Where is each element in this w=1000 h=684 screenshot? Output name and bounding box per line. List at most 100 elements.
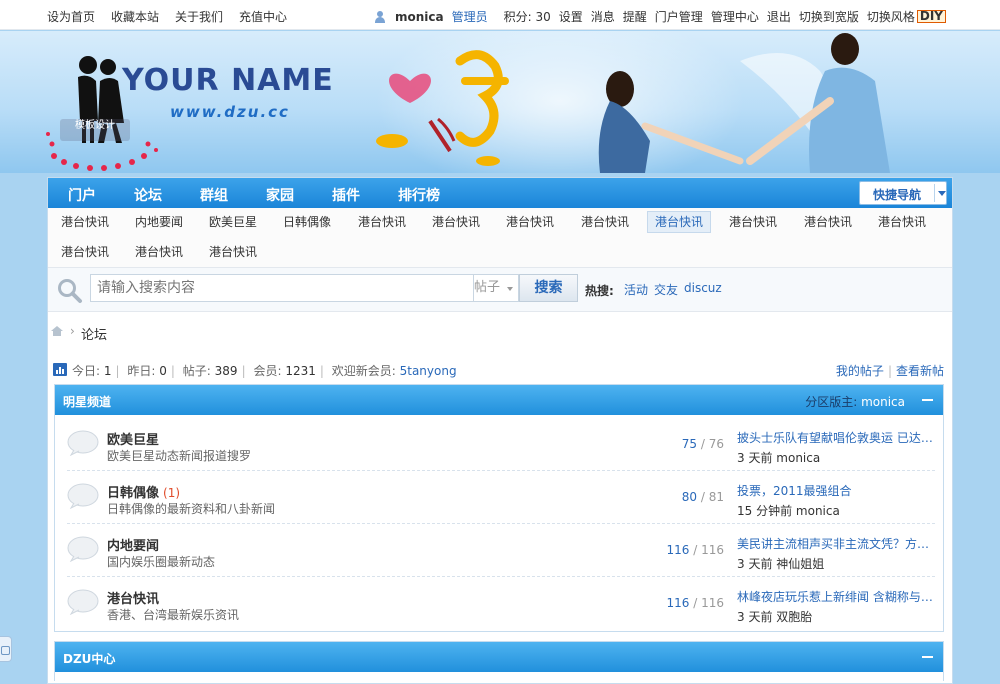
subnav-item-active[interactable]: 港台快讯 xyxy=(647,211,711,233)
stats-threads-value: 389 xyxy=(214,364,238,378)
last-post-meta: 3 天前 monica xyxy=(737,451,821,465)
last-post-link[interactable]: 披头士乐队有望献唱伦敦奥运 已达… xyxy=(737,429,933,446)
stats-members-label: 会员: xyxy=(253,364,282,378)
couple-photo-icon xyxy=(598,33,890,173)
chevron-down-icon xyxy=(507,287,513,291)
nav-tab-plugins[interactable]: 插件 xyxy=(332,185,360,205)
my-posts-link[interactable]: 我的帖子 xyxy=(836,364,884,378)
valentine-art-icon xyxy=(376,50,509,166)
diy-badge[interactable]: DIY xyxy=(916,10,946,23)
admin-center-link[interactable]: 管理中心 xyxy=(711,8,759,25)
home-icon[interactable] xyxy=(50,325,64,337)
search-button[interactable]: 搜索 xyxy=(519,274,578,302)
search-bar: 帖子 搜索 热搜: 活动 交友 discuz xyxy=(48,268,952,312)
forum-row: 欧美巨星 欧美巨星动态新闻报道搜罗 75 / 76 披头士乐队有望献唱伦敦奥运 … xyxy=(67,419,935,471)
category-title[interactable]: 明星频道 xyxy=(63,393,111,410)
wide-mode-link[interactable]: 切换到宽版 xyxy=(799,8,859,25)
portal-admin-link[interactable]: 门户管理 xyxy=(655,8,703,25)
category-header: DZU中心 xyxy=(55,642,943,672)
nav-tab-groups[interactable]: 群组 xyxy=(200,185,228,205)
header-banner: YOUR NAME www.dzu.cc 模板设计 xyxy=(0,31,1000,173)
username-link[interactable]: monica xyxy=(395,10,444,24)
forum-name[interactable]: 港台快讯 xyxy=(107,588,163,607)
settings-link[interactable]: 设置 xyxy=(559,8,583,25)
forum-category-block: 明星频道 分区版主: monica 欧美巨星 欧美巨星动态新闻报道搜罗 75 /… xyxy=(54,384,944,632)
side-panel-toggle[interactable] xyxy=(0,636,12,662)
top-left-links: 设为首页 收藏本站 关于我们 充值中心 xyxy=(47,8,287,25)
hot-search-link[interactable]: 活动 xyxy=(624,281,648,298)
forum-row: 港台快讯 香港、台湾最新娱乐资讯 116 / 116 林峰夜店玩乐惹上新绯闻 含… xyxy=(67,578,935,630)
quick-nav-label: 快捷导航 xyxy=(873,188,922,202)
search-input[interactable] xyxy=(90,274,474,302)
hot-search-link[interactable]: 交友 xyxy=(654,281,678,298)
forum-counts: 75 / 76 xyxy=(681,437,724,451)
subnav-item[interactable]: 港台快讯 xyxy=(870,211,934,233)
chevron-down-icon xyxy=(938,191,946,196)
last-post-link[interactable]: 投票，2011最强组合 xyxy=(737,482,933,499)
hot-search-link[interactable]: discuz xyxy=(684,281,722,295)
forum-name[interactable]: 日韩偶像 (1) xyxy=(107,482,180,501)
subnav-item[interactable]: 港台快讯 xyxy=(127,241,191,263)
search-type-select[interactable]: 帖子 xyxy=(474,274,519,302)
subnav-item[interactable]: 欧美巨星 xyxy=(201,211,265,233)
main-nav: 门户 论坛 群组 家园 插件 排行榜 快捷导航 xyxy=(48,178,952,208)
logout-link[interactable]: 退出 xyxy=(767,8,791,25)
credits-link[interactable]: 积分: 30 xyxy=(504,8,551,25)
last-post-user-link[interactable]: monica xyxy=(796,504,840,518)
stats-threads-label: 帖子: xyxy=(182,364,211,378)
nav-tab-home[interactable]: 家园 xyxy=(266,185,294,205)
role-link[interactable]: 管理员 xyxy=(452,8,488,25)
subnav-item[interactable]: 港台快讯 xyxy=(350,211,414,233)
new-member-link[interactable]: 5tanyong xyxy=(400,364,457,378)
subnav-item[interactable]: 日韩偶像 xyxy=(275,211,339,233)
forum-name[interactable]: 内地要闻 xyxy=(107,535,163,554)
nav-tab-portal[interactable]: 门户 xyxy=(68,185,96,205)
notices-link[interactable]: 提醒 xyxy=(623,8,647,25)
subnav-item[interactable]: 港台快讯 xyxy=(721,211,785,233)
quick-nav-button[interactable]: 快捷导航 xyxy=(859,181,947,205)
subnav-item[interactable]: 港台快讯 xyxy=(573,211,637,233)
forum-counts: 80 / 81 xyxy=(681,490,724,504)
forum-last-post: 美民讲主流相声买非主流文凭？方… 3 天前 神仙姐姐 xyxy=(737,535,933,572)
forum-bubble-icon xyxy=(67,483,99,509)
forum-bubble-icon xyxy=(67,430,99,456)
last-post-meta: 15 分钟前 monica xyxy=(737,504,840,518)
category-title[interactable]: DZU中心 xyxy=(63,650,115,667)
set-homepage-link[interactable]: 设为首页 xyxy=(47,8,95,25)
last-post-user-link[interactable]: 双胞胎 xyxy=(776,610,812,624)
collapse-icon[interactable] xyxy=(922,656,933,658)
category-header: 明星频道 分区版主: monica xyxy=(55,385,943,415)
about-link[interactable]: 关于我们 xyxy=(175,8,223,25)
moderator-label: 分区版主: xyxy=(805,395,858,409)
forum-description: 欧美巨星动态新闻报道搜罗 xyxy=(107,449,252,463)
bookmark-link[interactable]: 收藏本站 xyxy=(111,8,159,25)
switch-style-link[interactable]: 切换风格 xyxy=(867,8,915,25)
recharge-link[interactable]: 充值中心 xyxy=(239,8,287,25)
stats-links: 我的帖子 | 查看新帖 xyxy=(835,364,944,378)
search-type-label: 帖子 xyxy=(474,280,501,295)
last-post-link[interactable]: 美民讲主流相声买非主流文凭？方… xyxy=(737,535,933,552)
subnav-item[interactable]: 港台快讯 xyxy=(53,211,117,233)
collapse-icon[interactable] xyxy=(922,399,933,401)
last-post-user-link[interactable]: 神仙姐姐 xyxy=(776,557,824,571)
last-post-user-link[interactable]: monica xyxy=(776,451,820,465)
stats-welcome-label: 欢迎新会员: xyxy=(331,364,396,378)
forum-name[interactable]: 欧美巨星 xyxy=(107,429,163,448)
forum-counts: 116 / 116 xyxy=(666,596,724,610)
messages-link[interactable]: 消息 xyxy=(591,8,615,25)
subnav-item[interactable]: 港台快讯 xyxy=(424,211,488,233)
forum-row: 日韩偶像 (1) 日韩偶像的最新资料和八卦新闻 80 / 81 投票，2011最强… xyxy=(67,472,935,524)
subnav-item[interactable]: 内地要闻 xyxy=(127,211,191,233)
subnav-item[interactable]: 港台快讯 xyxy=(201,241,265,263)
subnav-item[interactable]: 港台快讯 xyxy=(53,241,117,263)
subnav-item[interactable]: 港台快讯 xyxy=(796,211,860,233)
forum-row: 内地要闻 国内娱乐圈最新动态 116 / 116 美民讲主流相声买非主流文凭？方… xyxy=(67,525,935,577)
forum-last-post: 披头士乐队有望献唱伦敦奥运 已达… 3 天前 monica xyxy=(737,429,933,466)
nav-tab-ranking[interactable]: 排行榜 xyxy=(398,185,440,205)
subnav-item[interactable]: 港台快讯 xyxy=(498,211,562,233)
moderator-link[interactable]: monica xyxy=(861,395,905,409)
top-right-links: monica 管理员 积分: 30 设置 消息 提醒 门户管理 管理中心 退出 … xyxy=(374,8,946,25)
view-new-posts-link[interactable]: 查看新帖 xyxy=(896,364,944,378)
last-post-link[interactable]: 林峰夜店玩乐惹上新绯闻 含糊称与… xyxy=(737,588,933,605)
nav-tab-forum[interactable]: 论坛 xyxy=(134,185,162,205)
